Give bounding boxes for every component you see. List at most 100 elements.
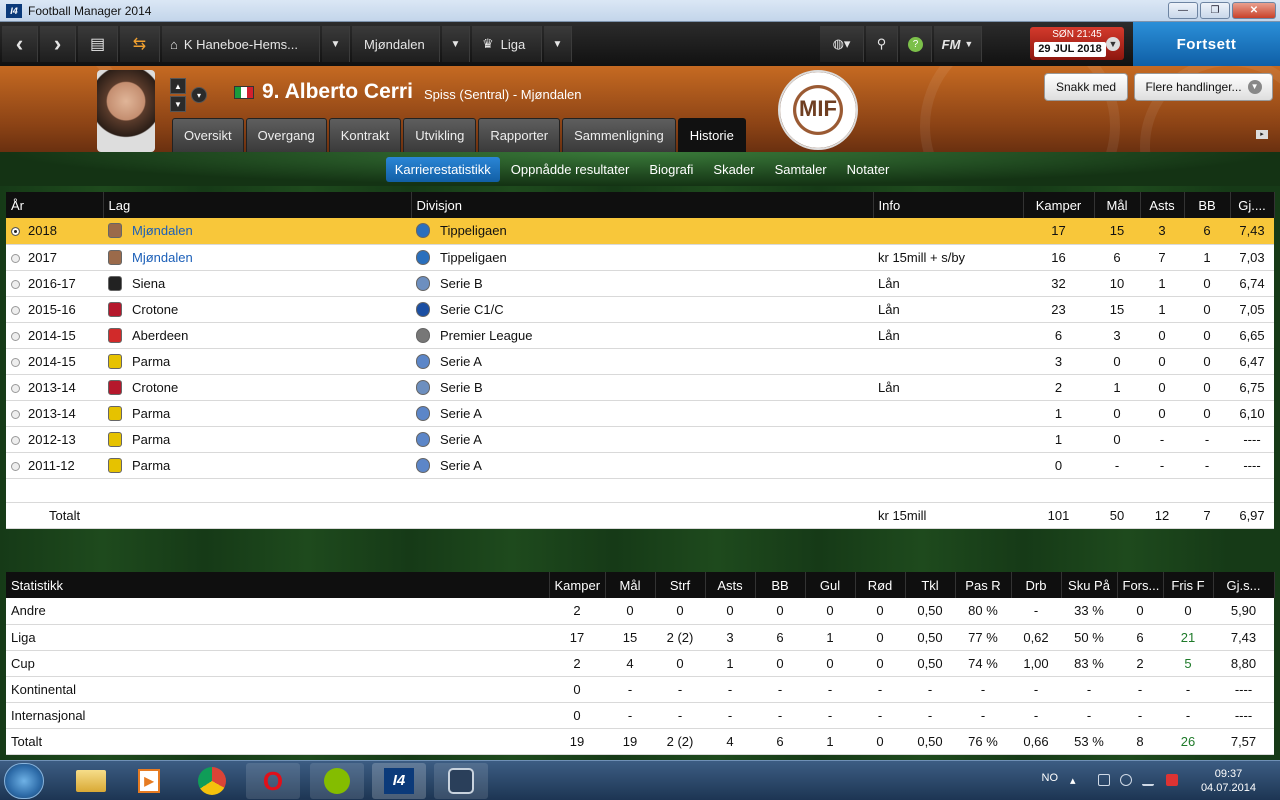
close-button[interactable]: ✕ xyxy=(1232,2,1276,19)
subtab-injuries[interactable]: Skader xyxy=(704,157,763,182)
club-name[interactable]: Mjøndalen xyxy=(132,250,193,265)
clock[interactable]: 09:37 04.07.2014 xyxy=(1201,767,1256,795)
career-col-header[interactable]: År xyxy=(6,192,104,218)
swap-button[interactable]: ⇆ xyxy=(120,26,160,62)
career-row[interactable]: 2017 Mjøndalen Tippeligaen kr 15mill + s/by… xyxy=(6,244,1274,271)
subtab-biography[interactable]: Biografi xyxy=(640,157,702,182)
career-col-header[interactable]: BB xyxy=(1184,192,1231,218)
stats-col-header[interactable]: Gj.s... xyxy=(1213,572,1275,598)
career-col-header[interactable]: Info xyxy=(873,192,1024,218)
club-name[interactable]: Parma xyxy=(132,458,170,473)
stats-col-header[interactable]: Fors... xyxy=(1117,572,1164,598)
career-row[interactable]: 2018 Mjøndalen Tippeligaen 17 15 3 6 7,43 xyxy=(6,218,1274,245)
talk-button[interactable]: Snakk med xyxy=(1044,73,1128,101)
stats-col-header[interactable]: Gul xyxy=(805,572,856,598)
next-player-icon[interactable]: ▼ xyxy=(170,96,186,112)
division-name[interactable]: Serie B xyxy=(440,380,483,395)
row-radio-icon[interactable] xyxy=(11,409,20,419)
tab-utvikling[interactable]: Utvikling xyxy=(403,118,477,152)
notebook-button[interactable]: ▤ xyxy=(78,26,118,62)
tab-sammenligning[interactable]: Sammenligning xyxy=(562,118,676,152)
continue-button[interactable]: Fortsett xyxy=(1133,22,1280,66)
taskbar-media-player[interactable]: ▶ xyxy=(122,763,176,799)
stats-col-header[interactable]: Strf xyxy=(655,572,706,598)
career-row[interactable]: 2013-14 Crotone Serie B Lån 2 1 0 0 6,75 xyxy=(6,374,1274,401)
club-name[interactable]: Crotone xyxy=(132,302,178,317)
tab-historie[interactable]: Historie xyxy=(677,118,746,152)
subtab-achievements[interactable]: Oppnådde resultater xyxy=(502,157,639,182)
maximize-button[interactable]: ❐ xyxy=(1200,2,1230,19)
team-menu[interactable]: Mjøndalen xyxy=(352,26,440,62)
division-name[interactable]: Serie C1/C xyxy=(440,302,504,317)
row-radio-icon[interactable] xyxy=(11,383,20,393)
tab-kontrakt[interactable]: Kontrakt xyxy=(328,118,402,152)
tray-expand-icon[interactable]: ▴ xyxy=(1070,774,1082,787)
row-radio-icon[interactable] xyxy=(11,279,20,289)
row-radio-icon[interactable] xyxy=(11,331,20,341)
volume-icon[interactable] xyxy=(1120,774,1132,786)
career-row[interactable]: 2012-13 Parma Serie A 1 0- - ---- xyxy=(6,426,1274,453)
fm-menu[interactable]: FM ▼ xyxy=(934,26,982,62)
player-list-icon[interactable]: ▾ xyxy=(191,87,207,103)
forward-button[interactable]: › xyxy=(40,26,76,62)
taskbar-chrome[interactable] xyxy=(185,763,239,799)
tab-rapporter[interactable]: Rapporter xyxy=(478,118,561,152)
club-name[interactable]: Siena xyxy=(132,276,165,291)
subtab-career-stats[interactable]: Karrierestatistikk xyxy=(385,156,500,182)
club-name[interactable]: Parma xyxy=(132,406,170,421)
row-radio-icon[interactable] xyxy=(11,461,20,471)
subtab-conversations[interactable]: Samtaler xyxy=(766,157,836,182)
club-name[interactable]: Mjøndalen xyxy=(132,223,193,238)
stats-col-header[interactable]: Kamper xyxy=(549,572,606,598)
division-name[interactable]: Serie A xyxy=(440,432,482,447)
stats-col-header[interactable]: Drb xyxy=(1011,572,1062,598)
row-radio-icon[interactable] xyxy=(11,253,20,263)
back-button[interactable]: ‹ xyxy=(2,26,38,62)
career-col-header[interactable]: Gj.... xyxy=(1230,192,1275,218)
row-radio-icon[interactable] xyxy=(11,227,20,237)
career-col-header[interactable]: Mål xyxy=(1094,192,1141,218)
network-share-icon[interactable] xyxy=(1098,774,1110,786)
taskbar-steam[interactable] xyxy=(434,763,488,799)
team-dropdown[interactable]: ▼ xyxy=(442,26,470,62)
row-radio-icon[interactable] xyxy=(11,357,20,367)
stats-col-header[interactable]: BB xyxy=(755,572,806,598)
start-button[interactable] xyxy=(4,763,44,799)
career-col-header[interactable]: Asts xyxy=(1140,192,1185,218)
competition-menu[interactable]: ♛ Liga xyxy=(472,26,542,62)
career-row[interactable]: 2014-15 Parma Serie A 3 0 0 0 6,47 xyxy=(6,348,1274,375)
division-name[interactable]: Tippeligaen xyxy=(440,250,507,265)
chevron-down-icon[interactable]: ▼ xyxy=(1106,37,1120,51)
previous-player-icon[interactable]: ▲ xyxy=(170,78,186,94)
tab-overgang[interactable]: Overgang xyxy=(245,118,327,152)
club-name[interactable]: Aberdeen xyxy=(132,328,188,343)
more-actions-button[interactable]: Flere handlinger... ▼ xyxy=(1134,73,1273,101)
division-name[interactable]: Serie A xyxy=(440,458,482,473)
career-row[interactable]: 2013-14 Parma Serie A 1 0 0 0 6,10 xyxy=(6,400,1274,427)
stats-col-header[interactable]: Rød xyxy=(855,572,906,598)
row-radio-icon[interactable] xyxy=(11,435,20,445)
division-name[interactable]: Serie B xyxy=(440,276,483,291)
career-row[interactable]: 2016-17 Siena Serie B Lån 32 10 1 0 6,74 xyxy=(6,270,1274,297)
manager-menu[interactable]: ⌂ K Haneboe-Hems... xyxy=(162,26,320,62)
date-display[interactable]: SØN 21:45 29 JUL 2018 ▼ xyxy=(1030,27,1124,60)
help-button[interactable]: ? xyxy=(900,26,932,62)
manager-dropdown[interactable]: ▼ xyxy=(322,26,350,62)
division-name[interactable]: Tippeligaen xyxy=(440,223,507,238)
career-col-header[interactable]: Kamper xyxy=(1023,192,1095,218)
player-selector[interactable]: ▲ ▼ ▾ xyxy=(170,78,210,112)
stats-col-header[interactable]: Tkl xyxy=(905,572,956,598)
career-row[interactable]: 2015-16 Crotone Serie C1/C Lån 23 15 1 0 7,05 xyxy=(6,296,1274,323)
taskbar-opera[interactable]: O xyxy=(246,763,300,799)
division-name[interactable]: Serie A xyxy=(440,354,482,369)
career-col-header[interactable]: Divisjon xyxy=(411,192,874,218)
row-radio-icon[interactable] xyxy=(11,305,20,315)
stats-col-header[interactable]: Pas R xyxy=(955,572,1012,598)
subtab-notes[interactable]: Notater xyxy=(838,157,899,182)
taskbar-spotify[interactable] xyxy=(310,763,364,799)
taskbar-fm14[interactable]: I4 xyxy=(372,763,426,799)
stats-col-header[interactable]: Statistikk xyxy=(6,572,550,598)
taskbar-explorer[interactable] xyxy=(64,763,118,799)
language-indicator[interactable]: NO xyxy=(1042,772,1059,784)
competition-dropdown[interactable]: ▼ xyxy=(544,26,572,62)
